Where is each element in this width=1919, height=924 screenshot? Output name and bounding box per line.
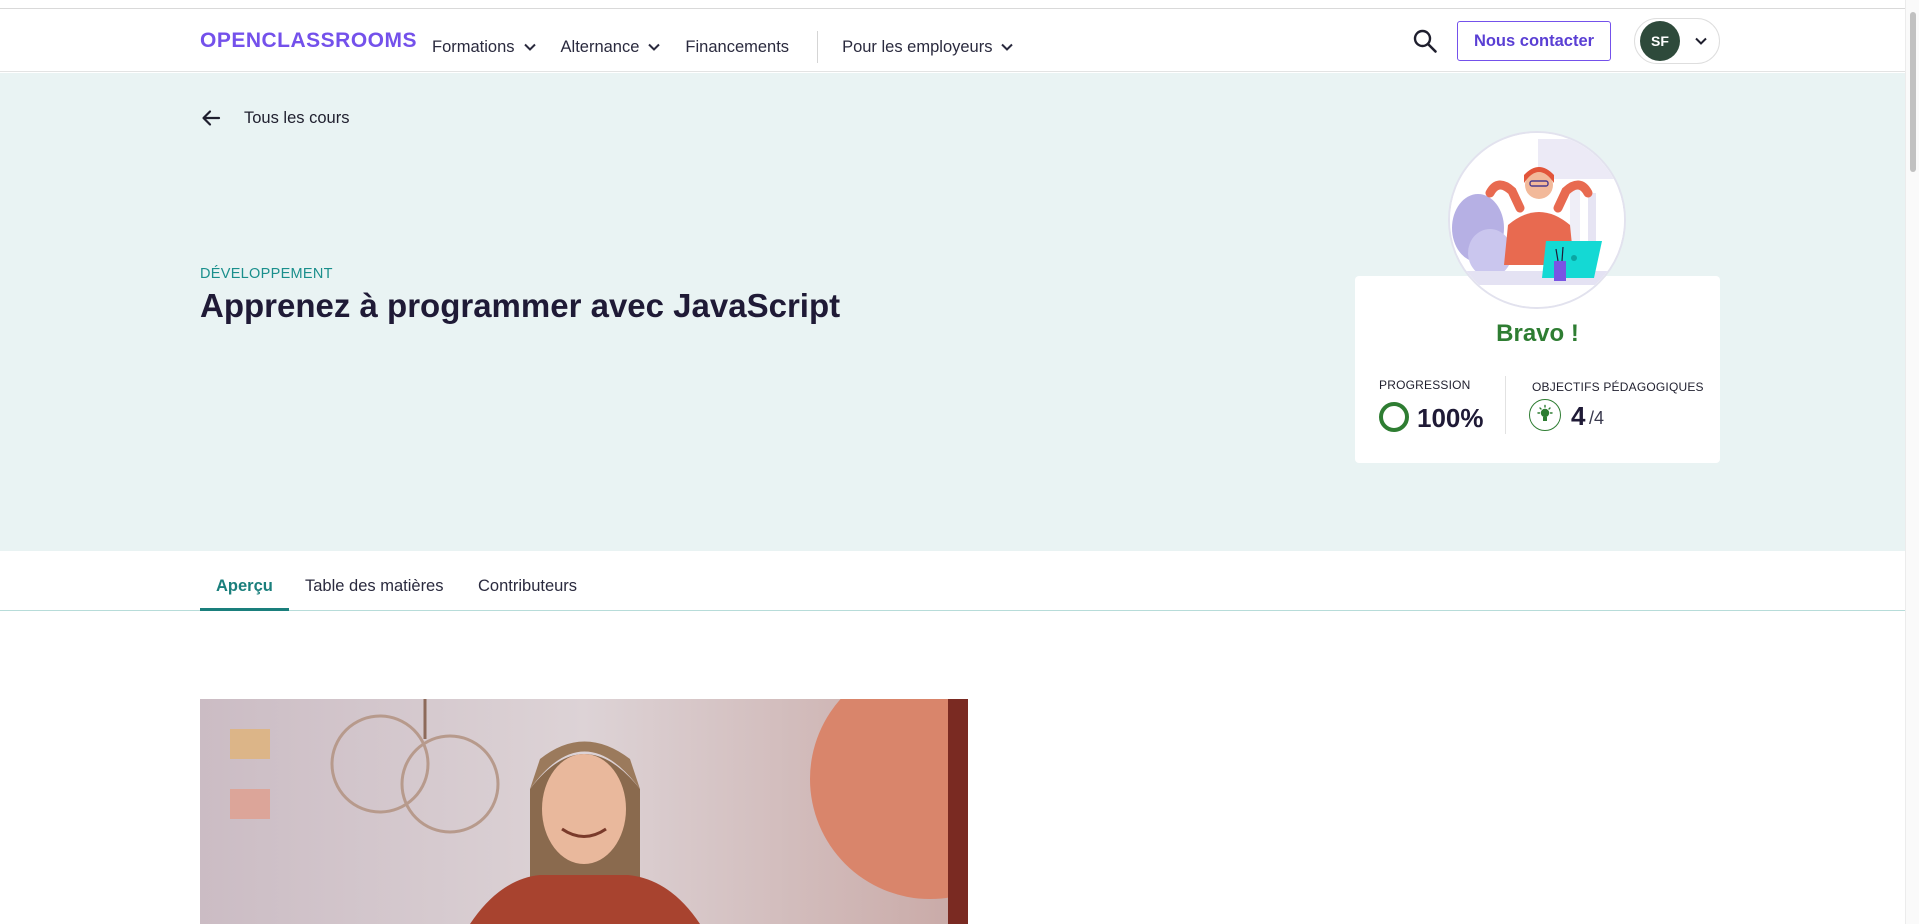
nav-item-label: Financements (685, 37, 790, 56)
scrollbar-thumb[interactable] (1910, 12, 1916, 172)
nav-item-alternance[interactable]: Alternance (561, 38, 662, 57)
avatar: SF (1640, 21, 1680, 61)
course-hero: Tous les cours DÉVELOPPEMENT Apprenez à … (0, 73, 1919, 551)
main-nav: Formations Alternance Financements Pour … (432, 31, 1038, 63)
nav-item-employeurs[interactable]: Pour les employeurs (842, 38, 1014, 57)
stats-divider (1505, 376, 1506, 434)
arrow-left-icon (202, 110, 221, 126)
nav-item-label: Formations (432, 37, 515, 56)
objectives-label: OBJECTIFS PÉDAGOGIQUES (1532, 380, 1704, 394)
tab-apercu[interactable]: Aperçu (216, 577, 273, 596)
back-to-courses-link[interactable]: Tous les cours (200, 107, 349, 129)
back-link-label: Tous les cours (244, 108, 350, 127)
chevron-down-icon (648, 43, 661, 51)
tab-table-des-matieres[interactable]: Table des matières (305, 577, 444, 596)
chevron-down-icon (1001, 43, 1014, 51)
celebration-illustration (1448, 131, 1626, 309)
nav-divider (817, 31, 819, 63)
user-menu[interactable]: SF (1634, 18, 1720, 64)
chevron-down-icon (1695, 37, 1707, 45)
lightbulb-icon (1529, 399, 1561, 431)
page-scrollbar[interactable] (1905, 0, 1919, 924)
active-tab-indicator (200, 608, 289, 611)
tab-contributeurs[interactable]: Contributeurs (478, 577, 577, 596)
course-category: DÉVELOPPEMENT (200, 266, 333, 282)
course-title: Apprenez à programmer avec JavaScript (200, 287, 841, 324)
completion-headline: Bravo ! (1496, 320, 1579, 347)
openclassrooms-logo[interactable]: OPENCLASSROOMS (200, 29, 417, 53)
search-icon[interactable] (1412, 28, 1438, 54)
nav-item-formations[interactable]: Formations (432, 38, 537, 57)
nav-item-financements[interactable]: Financements (685, 38, 789, 57)
nav-item-label: Pour les employeurs (842, 37, 993, 56)
progress-label: PROGRESSION (1379, 378, 1471, 392)
contact-button[interactable]: Nous contacter (1457, 21, 1611, 61)
objectives-total: /4 (1589, 408, 1605, 428)
top-banner-strip (0, 0, 1919, 9)
course-tabs: Aperçu Table des matières Contributeurs (0, 551, 1919, 611)
progress-ring (1379, 402, 1409, 432)
progress-value: 100% (1417, 403, 1484, 433)
objectives-done: 4 (1571, 401, 1586, 431)
nav-item-label: Alternance (560, 37, 640, 56)
chevron-down-icon (523, 43, 536, 51)
course-video-thumbnail[interactable] (200, 699, 968, 924)
course-page: OPENCLASSROOMS Formations Alternance Fin… (0, 0, 1919, 924)
site-header: OPENCLASSROOMS Formations Alternance Fin… (0, 9, 1919, 72)
